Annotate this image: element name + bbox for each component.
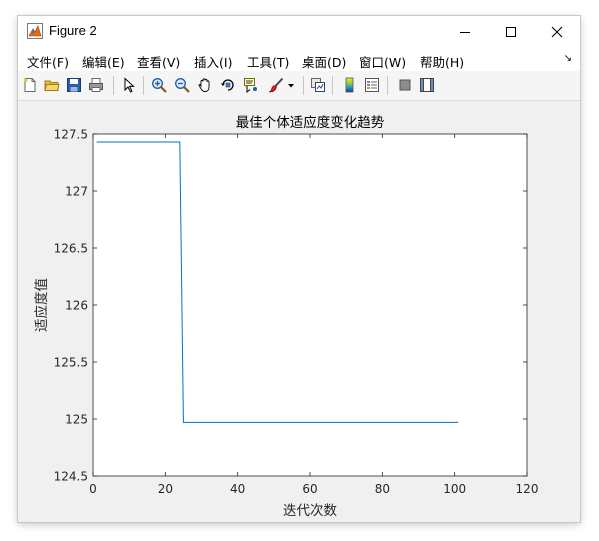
menu-view[interactable]: 查看(V): [137, 52, 180, 71]
x-axis-label: 迭代次数: [283, 503, 337, 519]
insert-colorbar-icon[interactable]: [342, 77, 358, 93]
x-tick-label: 60: [302, 482, 317, 496]
brush-dropdown-icon[interactable]: [286, 77, 296, 93]
minimize-icon: [460, 31, 470, 33]
dock-arrow-icon[interactable]: ↘: [564, 53, 572, 64]
y-axis-label: 适应度值: [33, 278, 50, 332]
print-icon[interactable]: [88, 77, 104, 93]
x-tick-label: 120: [516, 482, 539, 496]
menu-desktop[interactable]: 桌面(D): [302, 52, 346, 71]
data-cursor-icon[interactable]: [243, 77, 259, 93]
plot-svg: 0 20 40 60 80 100 120 124.5 125 125.5 126 126.5 127 1…: [33, 114, 539, 519]
toolbar-separator: [113, 76, 114, 95]
rotate-3d-icon[interactable]: [220, 77, 236, 93]
toolbar-separator: [387, 76, 388, 95]
figure-canvas: 0 20 40 60 80 100 120 124.5 125 125.5 126 126.5 127 1…: [18, 101, 580, 522]
new-figure-icon[interactable]: [22, 77, 38, 93]
x-tick-label: 40: [230, 482, 245, 496]
insert-legend-icon[interactable]: [364, 77, 380, 93]
y-tick-label: 125.5: [54, 356, 88, 370]
menu-file[interactable]: 文件(F): [27, 52, 69, 71]
figure-window: Figure 2 文件(F) 编辑(E) 查看(V) 插入(I) 工具(T) 桌…: [18, 16, 580, 522]
close-button[interactable]: [534, 16, 580, 47]
window-title: Figure 2: [49, 23, 97, 38]
chart-title: 最佳个体适应度变化趋势: [236, 114, 385, 131]
show-plot-tools-icon[interactable]: [419, 77, 435, 93]
toolbar-separator: [332, 76, 333, 95]
x-tick-label: 80: [375, 482, 390, 496]
save-icon[interactable]: [66, 77, 82, 93]
toolbar-separator: [143, 76, 144, 95]
zoom-out-icon[interactable]: [174, 77, 190, 93]
open-file-icon[interactable]: [44, 77, 60, 93]
menu-window[interactable]: 窗口(W): [359, 52, 406, 71]
brush-icon[interactable]: [268, 77, 284, 93]
y-tick-label: 124.5: [54, 470, 88, 484]
minimize-button[interactable]: [442, 16, 488, 47]
y-tick-label: 127: [65, 185, 88, 199]
menu-edit[interactable]: 编辑(E): [82, 52, 125, 71]
menu-bar: 文件(F) 编辑(E) 查看(V) 插入(I) 工具(T) 桌面(D) 窗口(W…: [18, 47, 580, 71]
maximize-icon: [506, 26, 516, 37]
axes-area[interactable]: [92, 133, 528, 477]
y-tick-label: 126: [65, 299, 88, 313]
y-tick-label: 127.5: [54, 128, 88, 142]
figure-toolbar: [18, 71, 580, 101]
zoom-in-icon[interactable]: [151, 77, 167, 93]
close-icon: [551, 26, 563, 37]
toolbar-separator: [303, 76, 304, 95]
menu-tools[interactable]: 工具(T): [247, 52, 289, 71]
pan-icon[interactable]: [197, 77, 213, 93]
hide-plot-tools-icon[interactable]: [397, 77, 413, 93]
title-bar: Figure 2: [18, 16, 580, 47]
x-tick-label: 0: [89, 482, 97, 496]
x-tick-label: 100: [443, 482, 466, 496]
maximize-button[interactable]: [488, 16, 534, 47]
link-plot-icon[interactable]: [310, 77, 326, 93]
x-tick-label: 20: [158, 482, 173, 496]
menu-insert[interactable]: 插入(I): [194, 52, 232, 71]
y-tick-label: 126.5: [54, 242, 88, 256]
matlab-figure-icon: [27, 23, 43, 39]
y-tick-label: 125: [65, 413, 88, 427]
menu-help[interactable]: 帮助(H): [420, 52, 464, 71]
edit-plot-icon[interactable]: [121, 77, 137, 93]
